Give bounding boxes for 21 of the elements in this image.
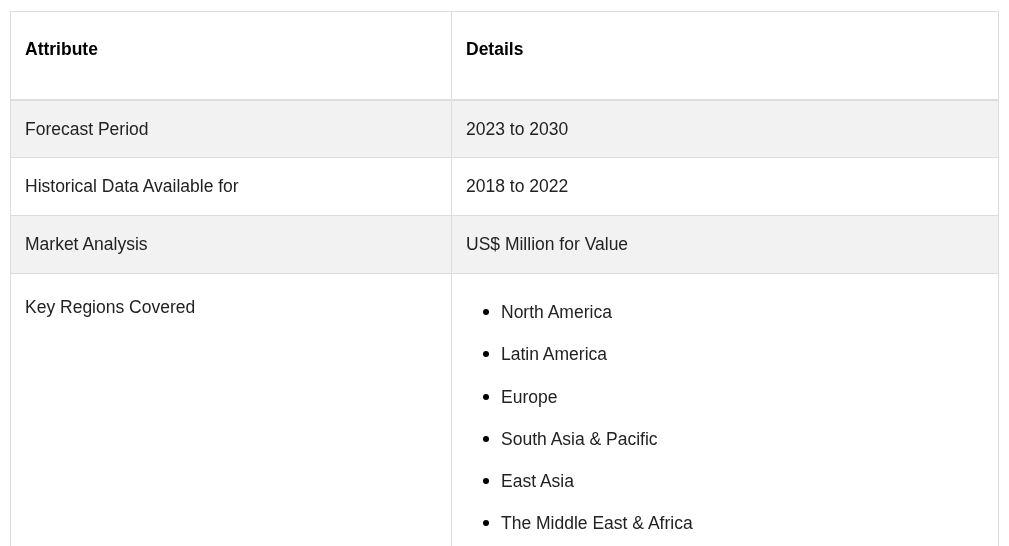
column-header: Attribute <box>10 11 452 100</box>
table-cell: Historical Data Available for <box>10 157 452 216</box>
bullet-icon <box>483 393 489 400</box>
bullet-icon <box>483 351 489 358</box>
bullet-icon <box>483 520 489 527</box>
region-item: The Middle East & Africa <box>501 512 693 536</box>
table-cell: Key Regions Covered <box>10 273 452 546</box>
bullet-icon <box>483 309 489 316</box>
table-cell: US$ Million for Value <box>451 215 999 274</box>
region-item: East Asia <box>501 470 574 493</box>
table-cell: 2023 to 2030 <box>451 99 999 158</box>
table-cell: Forecast Period <box>10 99 452 158</box>
bullet-icon <box>483 478 489 485</box>
region-item: South Asia & Pacific <box>501 427 658 451</box>
bullet-icon <box>483 435 489 442</box>
region-item: North America <box>501 301 612 324</box>
region-item: Europe <box>501 385 558 409</box>
table-cell: 2018 to 2022 <box>451 157 999 216</box>
table-cell: Market Analysis <box>10 215 452 274</box>
region-item: Latin America <box>501 343 608 367</box>
column-header: Details <box>451 11 999 100</box>
